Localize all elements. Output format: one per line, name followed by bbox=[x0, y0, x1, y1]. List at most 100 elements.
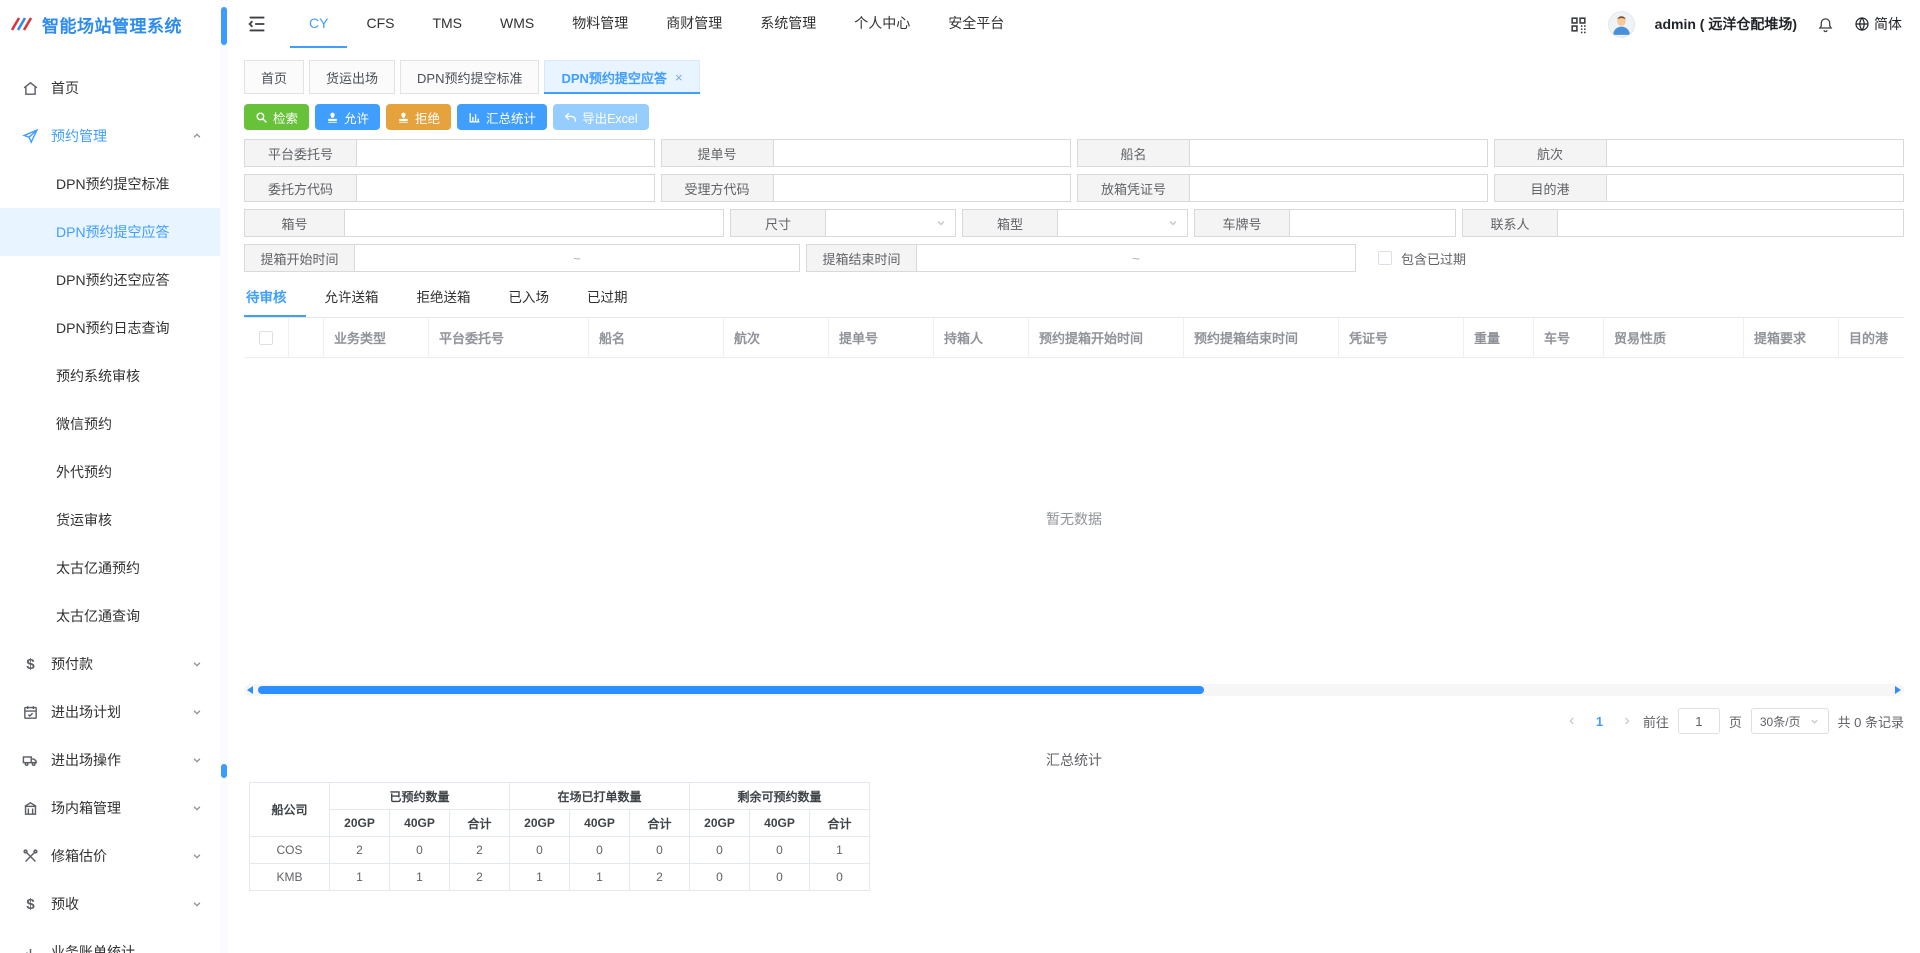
sidebar-subitem-agent[interactable]: 外代预约 bbox=[0, 448, 220, 496]
ctn-type-select[interactable] bbox=[1058, 210, 1187, 236]
scroll-left-icon[interactable] bbox=[247, 686, 253, 694]
avatar[interactable] bbox=[1608, 11, 1635, 38]
tab-allowed[interactable]: 允许送箱 bbox=[306, 280, 398, 317]
reject-button[interactable]: 拒绝 bbox=[386, 104, 451, 130]
summary-title: 汇总统计 bbox=[244, 750, 1904, 770]
sidebar-subitem-dpn-log[interactable]: DPN预约日志查询 bbox=[0, 304, 220, 352]
qr-code-icon[interactable] bbox=[1569, 15, 1588, 34]
select-all-checkbox[interactable] bbox=[259, 331, 273, 345]
filter-pickup-end: 提箱结束时间 ~ bbox=[806, 244, 1356, 272]
col-trade-nature: 贸易性质 bbox=[1604, 318, 1744, 357]
language-switch[interactable]: 简体 bbox=[1854, 14, 1902, 34]
vessel-input[interactable] bbox=[1190, 140, 1487, 166]
sidebar-subitem-freight-audit[interactable]: 货运审核 bbox=[0, 496, 220, 544]
sidebar: 智能场站管理系统 首页 预约管理 DPN预约提空标准 DPN预约提空应答 bbox=[0, 0, 220, 953]
next-page-button[interactable]: › bbox=[1620, 712, 1633, 730]
chevron-down-icon bbox=[192, 659, 202, 669]
size-select[interactable] bbox=[826, 210, 955, 236]
filter-client-code: 委托方代码 bbox=[244, 174, 655, 202]
tools-icon bbox=[22, 848, 39, 865]
page-unit-label: 页 bbox=[1729, 712, 1742, 731]
tab-dpn-standard[interactable]: DPN预约提空标准 bbox=[400, 60, 539, 94]
sidebar-subitem-wechat[interactable]: 微信预约 bbox=[0, 400, 220, 448]
col-pickup-end: 预约提箱结束时间 bbox=[1184, 318, 1339, 357]
pickup-start-range-input[interactable]: ~ bbox=[355, 245, 799, 271]
client-code-input[interactable] bbox=[357, 175, 654, 201]
nav-item-material[interactable]: 物料管理 bbox=[553, 0, 647, 48]
nav-item-wms[interactable]: WMS bbox=[481, 0, 553, 48]
sidebar-item-booking[interactable]: 预约管理 bbox=[0, 112, 220, 160]
table-body: 暂无数据 bbox=[244, 358, 1904, 680]
sidebar-item-gate-ops[interactable]: 进出场操作 bbox=[0, 736, 220, 784]
sidebar-subitem-dpn-standard[interactable]: DPN预约提空标准 bbox=[0, 160, 220, 208]
dest-port-input[interactable] bbox=[1607, 175, 1904, 201]
release-no-input[interactable] bbox=[1190, 175, 1487, 201]
include-expired-checkbox[interactable]: 包含已过期 bbox=[1378, 244, 1466, 272]
nav-item-cfs[interactable]: CFS bbox=[347, 0, 413, 48]
summary-stats-button[interactable]: 汇总统计 bbox=[457, 104, 547, 130]
sidebar-item-home[interactable]: 首页 bbox=[0, 64, 220, 112]
nav-item-tms[interactable]: TMS bbox=[413, 0, 481, 48]
notification-bell-icon[interactable] bbox=[1817, 16, 1834, 33]
page-number-button[interactable]: 1 bbox=[1587, 714, 1611, 729]
tab-expired[interactable]: 已过期 bbox=[568, 280, 647, 317]
tab-home[interactable]: 首页 bbox=[244, 60, 304, 94]
bl-no-input[interactable] bbox=[774, 140, 1071, 166]
filter-pickup-start: 提箱开始时间 ~ bbox=[244, 244, 800, 272]
tab-rejected[interactable]: 拒绝送箱 bbox=[398, 280, 490, 317]
sidebar-item-yard-ctn[interactable]: 场内箱管理 bbox=[0, 784, 220, 832]
sidebar-item-precollect[interactable]: $ 预收 bbox=[0, 880, 220, 928]
tab-entered[interactable]: 已入场 bbox=[490, 280, 569, 317]
filter-dest-port: 目的港 bbox=[1494, 174, 1905, 202]
allow-button[interactable]: 允许 bbox=[315, 104, 380, 130]
close-tab-icon[interactable]: × bbox=[675, 70, 683, 85]
col-weight: 重量 bbox=[1464, 318, 1534, 357]
tab-freight-out[interactable]: 货运出场 bbox=[309, 60, 395, 94]
search-button[interactable]: 检索 bbox=[244, 104, 309, 130]
horizontal-scrollbar[interactable] bbox=[244, 684, 1904, 696]
sidebar-scrollbar-thumb-bottom[interactable] bbox=[221, 764, 227, 778]
nav-item-cy[interactable]: CY bbox=[290, 0, 347, 48]
nav-item-security[interactable]: 安全平台 bbox=[929, 0, 1023, 48]
platform-no-input[interactable] bbox=[357, 140, 654, 166]
sidebar-scrollbar[interactable] bbox=[220, 0, 228, 953]
goto-page-input[interactable] bbox=[1678, 708, 1720, 734]
stamp-icon bbox=[326, 111, 339, 124]
nav-item-system[interactable]: 系统管理 bbox=[741, 0, 835, 48]
tab-pending[interactable]: 待审核 bbox=[244, 280, 306, 317]
nav-item-personal[interactable]: 个人中心 bbox=[835, 0, 929, 48]
sidebar-subitem-dpn-pickup-reply[interactable]: DPN预约提空应答 bbox=[0, 208, 220, 256]
sidebar-item-prepay[interactable]: $ 预付款 bbox=[0, 640, 220, 688]
sidebar-scrollbar-thumb[interactable] bbox=[221, 7, 227, 45]
user-name[interactable]: admin ( 远洋仓配堆场) bbox=[1655, 14, 1797, 34]
page-size-select[interactable]: 30条/页 bbox=[1751, 708, 1829, 734]
sidebar-subitem-dpn-return-reply[interactable]: DPN预约还空应答 bbox=[0, 256, 220, 304]
checkbox-icon[interactable] bbox=[1378, 251, 1392, 265]
handler-code-input[interactable] bbox=[774, 175, 1071, 201]
export-excel-button[interactable]: 导出Excel bbox=[553, 104, 649, 130]
sidebar-subitem-booking-audit[interactable]: 预约系统审核 bbox=[0, 352, 220, 400]
sidebar-subitem-taikoo-booking[interactable]: 太古亿通预约 bbox=[0, 544, 220, 592]
app-root: 智能场站管理系统 首页 预约管理 DPN预约提空标准 DPN预约提空应答 bbox=[0, 0, 1920, 953]
nav-item-finance[interactable]: 商财管理 bbox=[647, 0, 741, 48]
sidebar-item-bill-stats[interactable]: 业务账单统计 bbox=[0, 928, 220, 953]
sidebar-item-repair[interactable]: 修箱估价 bbox=[0, 832, 220, 880]
plate-no-input[interactable] bbox=[1290, 210, 1455, 236]
dollar-icon: $ bbox=[22, 896, 39, 913]
chevron-down-icon bbox=[192, 899, 202, 909]
collapse-sidebar-icon[interactable] bbox=[246, 13, 268, 35]
warehouse-icon bbox=[22, 800, 39, 817]
horizontal-scrollbar-thumb[interactable] bbox=[258, 686, 1204, 694]
tab-dpn-pickup-reply[interactable]: DPN预约提空应答 × bbox=[544, 60, 699, 94]
prev-page-button[interactable]: ‹ bbox=[1565, 712, 1578, 730]
pickup-end-range-input[interactable]: ~ bbox=[917, 245, 1355, 271]
dollar-icon: $ bbox=[22, 656, 39, 673]
voyage-input[interactable] bbox=[1607, 140, 1904, 166]
logo-icon bbox=[10, 14, 36, 34]
chevron-down-icon bbox=[1167, 217, 1179, 229]
scroll-right-icon[interactable] bbox=[1895, 686, 1901, 694]
sidebar-item-gate-plan[interactable]: 进出场计划 bbox=[0, 688, 220, 736]
ctn-no-input[interactable] bbox=[345, 210, 723, 236]
contact-input[interactable] bbox=[1558, 210, 1903, 236]
sidebar-subitem-taikoo-query[interactable]: 太古亿通查询 bbox=[0, 592, 220, 640]
